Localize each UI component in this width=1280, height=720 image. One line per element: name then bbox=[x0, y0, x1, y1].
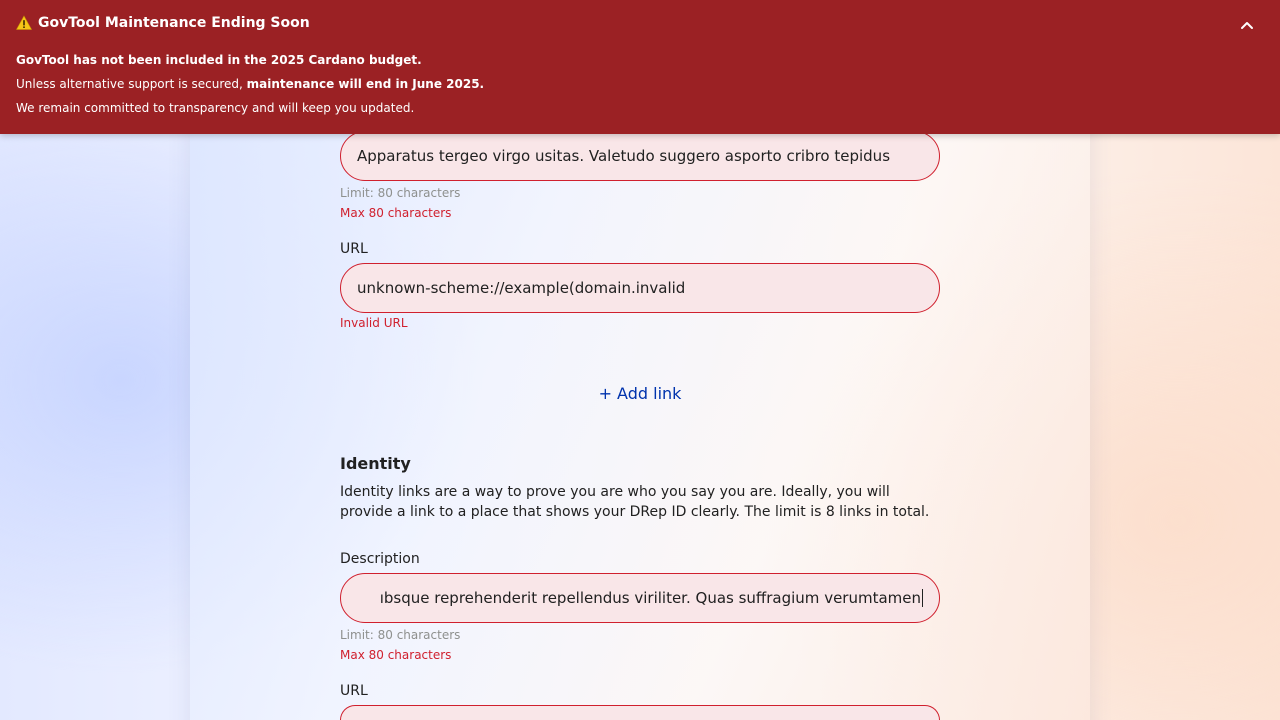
warning-icon bbox=[16, 15, 32, 30]
link-description-hint: Limit: 80 characters bbox=[340, 186, 461, 200]
maintenance-banner: GovTool Maintenance Ending Soon GovTool … bbox=[0, 0, 1280, 134]
banner-line-maintenance: Unless alternative support is secured, m… bbox=[16, 77, 485, 91]
link-description-error: Max 80 characters bbox=[340, 206, 452, 220]
collapse-banner-button[interactable] bbox=[1236, 14, 1258, 36]
chevron-up-icon bbox=[1241, 22, 1253, 29]
banner-title: GovTool Maintenance Ending Soon bbox=[16, 15, 310, 31]
edit-drep-card bbox=[190, 110, 1090, 720]
link-description-input[interactable]: Apparatus tergeo virgo usitas. Valetudo … bbox=[340, 131, 940, 181]
add-link-button[interactable]: + Add link bbox=[560, 384, 720, 410]
banner-line-transparency: We remain committed to transparency and … bbox=[16, 101, 415, 115]
identity-description-input[interactable]: ıbsque reprehenderit repellendus virilit… bbox=[340, 573, 940, 623]
link-url-label: URL bbox=[340, 241, 368, 257]
link-url-input[interactable]: unknown-scheme://example(domain.invalid bbox=[340, 263, 940, 313]
identity-url-input[interactable] bbox=[340, 705, 940, 720]
identity-description-hint: Limit: 80 characters bbox=[340, 628, 461, 642]
identity-description-error: Max 80 characters bbox=[340, 648, 452, 662]
link-url-error: Invalid URL bbox=[340, 316, 408, 330]
identity-url-label: URL bbox=[340, 683, 368, 699]
identity-section-title: Identity bbox=[340, 454, 411, 473]
text-cursor bbox=[922, 589, 923, 607]
banner-line-budget: GovTool has not been included in the 202… bbox=[16, 53, 422, 67]
banner-title-text: GovTool Maintenance Ending Soon bbox=[38, 15, 310, 31]
identity-section-description: Identity links are a way to prove you ar… bbox=[340, 484, 930, 520]
identity-description-label: Description bbox=[340, 551, 420, 567]
